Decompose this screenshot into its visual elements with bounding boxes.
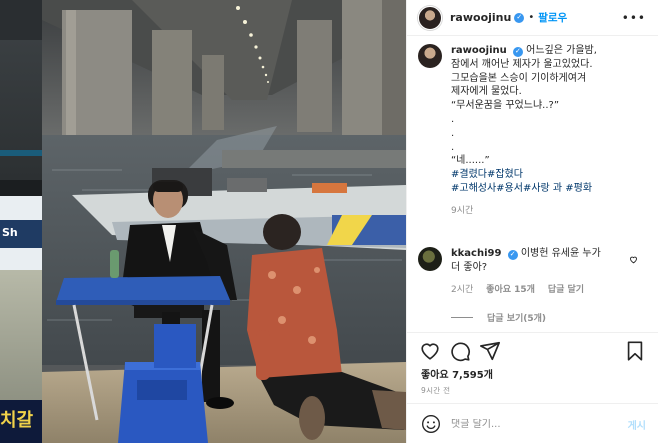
action-icons <box>419 340 646 362</box>
comment-input[interactable] <box>451 418 611 430</box>
caption-line: “무서운꿈을 꾸었느냐..?” <box>451 100 560 112</box>
share-send-icon[interactable] <box>479 340 501 362</box>
caption-line: “네......” <box>451 155 490 167</box>
verified-badge-icon: ✓ <box>512 46 523 57</box>
bookmark-save-icon[interactable] <box>624 340 646 362</box>
separator-dot: • <box>528 12 535 23</box>
comment-time: 2시간 <box>451 284 474 295</box>
verified-badge-icon: ✓ <box>507 249 518 260</box>
caption-line: . <box>451 141 455 153</box>
reply-button[interactable]: 답글 달기 <box>548 285 584 295</box>
comment-bubble-icon[interactable] <box>449 340 471 362</box>
author-username[interactable]: rawoojinu <box>450 11 511 24</box>
caption-text: rawoojinu ✓ 어느깊은 가을밤, 잠에서 깨어난 제자가 울고있었다.… <box>451 44 597 219</box>
caption-block: rawoojinu ✓ 어느깊은 가을밤, 잠에서 깨어난 제자가 울고있었다.… <box>418 44 652 219</box>
add-comment-bar: 게시 <box>407 403 658 443</box>
likes-count[interactable]: 좋아요 7,595개 <box>421 366 493 381</box>
caption-line: 어느깊은 가을밤, <box>526 45 597 56</box>
comment-line: 이병헌 유세윤 누가 <box>520 248 601 259</box>
commenter-username[interactable]: kkachi99 <box>451 248 501 259</box>
backdrop-caption-text: 치갈 <box>0 400 42 443</box>
caption-line: 잠에서 깨어난 제자가 울고있었다. <box>451 58 593 70</box>
post-image[interactable] <box>42 0 406 443</box>
follow-button[interactable]: 팔로우 <box>538 10 567 25</box>
commenter-avatar[interactable] <box>418 247 442 271</box>
post-side-panel: rawoojinu ✓ • 팔로우 ••• rawoojinu ✓ 어느깊은 가… <box>406 0 658 443</box>
caption-line: 제자에게 물었다. <box>451 86 522 98</box>
post-header: rawoojinu ✓ • 팔로우 ••• <box>407 0 658 36</box>
hashtags[interactable]: #결렸다#잡혔다 <box>451 168 597 182</box>
backdrop-banner: Sh <box>0 220 42 248</box>
view-replies-button[interactable]: 답글 보기(5개) <box>451 311 546 324</box>
replies-divider <box>451 317 473 318</box>
author-avatar[interactable] <box>418 5 442 30</box>
post-actions: 좋아요 7,595개 9시간 전 게시 <box>407 332 658 443</box>
comment-meta: 2시간 좋아요 15개 답글 달기 <box>451 284 601 298</box>
comment-like-heart-icon[interactable] <box>629 255 638 264</box>
comment-likes[interactable]: 좋아요 15개 <box>486 285 535 295</box>
post-timestamp: 9시간 전 <box>421 386 451 395</box>
caption-line: . <box>451 113 455 125</box>
page-backdrop: Sh 치갈 <box>0 0 42 443</box>
emoji-smiley-icon[interactable] <box>421 414 441 434</box>
post-comment-button[interactable]: 게시 <box>628 417 646 432</box>
view-replies-label: 답글 보기(5개) <box>487 314 547 324</box>
comment-item: kkachi99 ✓ 이병헌 유세윤 누가 더 좋아? 2시간 좋아요 15개 … <box>418 247 652 297</box>
more-options-icon[interactable]: ••• <box>622 11 646 25</box>
comment-line: 더 좋아? <box>451 261 488 273</box>
hashtags[interactable]: #고해성사#용서#사랑 과 #평화 <box>451 182 597 196</box>
caption-author-avatar[interactable] <box>418 44 442 68</box>
verified-badge-icon: ✓ <box>514 12 525 23</box>
comment-text: kkachi99 ✓ 이병헌 유세윤 누가 더 좋아? 2시간 좋아요 15개 … <box>451 247 601 297</box>
post-photo-scene <box>42 0 406 443</box>
caption-line: . <box>451 127 455 139</box>
caption-line: 그모습을본 스승이 기이하게여겨 <box>451 72 587 84</box>
like-heart-icon[interactable] <box>419 340 441 362</box>
caption-username[interactable]: rawoojinu <box>451 45 507 56</box>
caption-time: 9시간 <box>451 205 474 216</box>
